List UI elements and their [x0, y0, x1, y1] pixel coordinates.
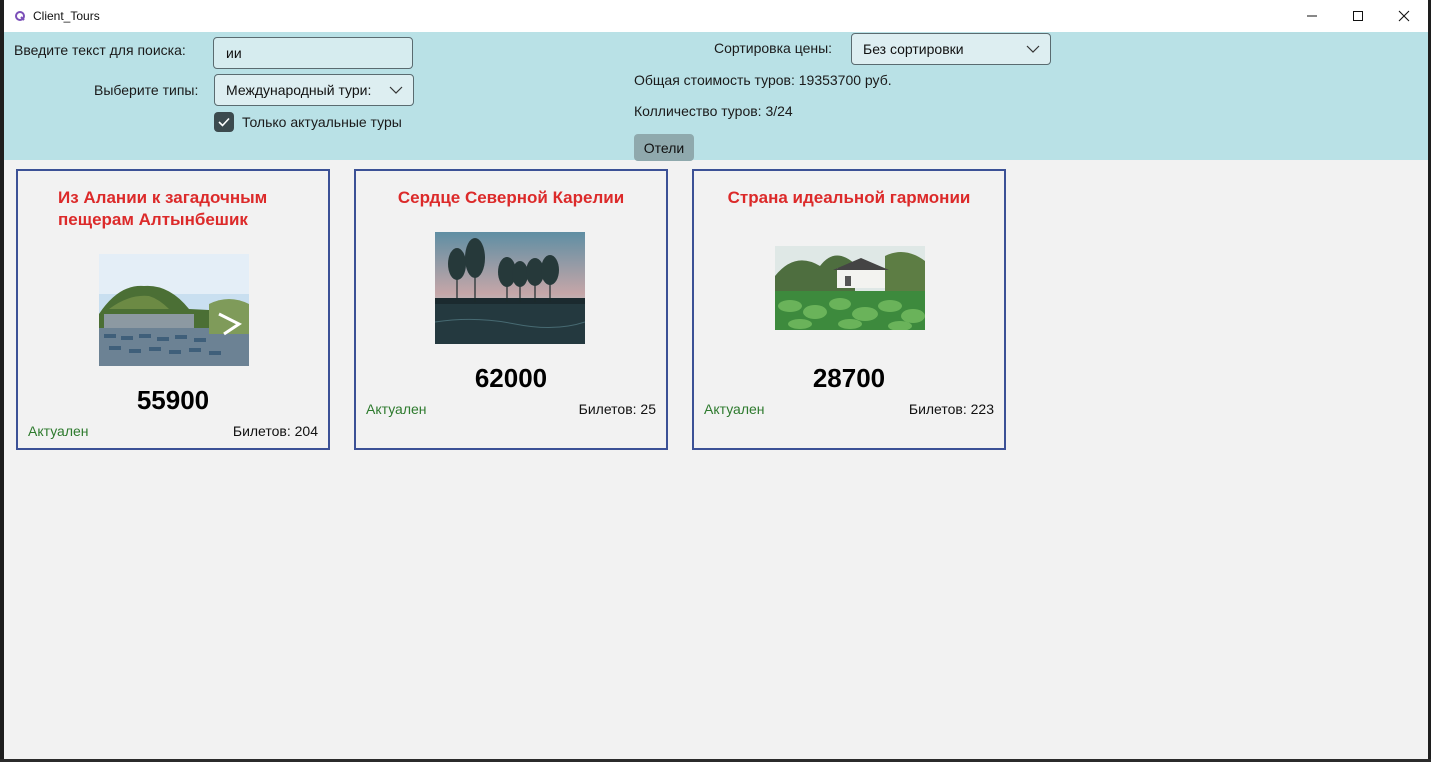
types-label: Выберите типы:: [94, 82, 199, 98]
tour-count-text: Колличество туров: 3/24: [634, 103, 793, 119]
tour-title-line: Страна идеальной гармонии: [727, 188, 971, 207]
sort-select[interactable]: Без сортировки: [851, 33, 1051, 65]
sort-select-value: Без сортировки: [863, 41, 964, 57]
close-button[interactable]: [1381, 0, 1427, 32]
tour-tickets: Билетов: 223: [908, 401, 994, 417]
tour-photo-harmony: [775, 246, 925, 330]
tour-price: 28700: [812, 363, 886, 393]
minimize-icon: [1307, 15, 1317, 17]
minimize-button[interactable]: [1289, 0, 1335, 32]
checkmark-icon: [218, 117, 230, 127]
tour-photo-karelia: [435, 232, 585, 344]
filter-panel: Введите текст для поиска: ии Выберите ти…: [4, 32, 1428, 161]
sort-label: Сортировка цены:: [714, 40, 833, 56]
tour-card[interactable]: Из Алании к загадочным пещерам Алтынбеши…: [16, 169, 330, 450]
tour-photo-alanya: [99, 254, 249, 366]
maximize-icon: [1353, 11, 1363, 21]
maximize-button[interactable]: [1335, 0, 1381, 32]
window-title: Client_Tours: [33, 9, 100, 23]
actual-only-checkbox[interactable]: [214, 112, 234, 132]
search-input[interactable]: ии: [213, 37, 413, 69]
tour-status: Актуален: [28, 423, 89, 439]
app-window: Client_Tours Введите текст для поиска: и…: [4, 0, 1428, 759]
tour-status: Актуален: [704, 401, 765, 417]
tour-title: Из Алании к загадочным пещерам Алтынбеши…: [18, 187, 328, 231]
tour-tickets: Билетов: 204: [232, 423, 318, 439]
tour-tickets: Билетов: 25: [578, 401, 656, 417]
tour-image: [775, 246, 925, 330]
tour-image: [99, 254, 249, 366]
tour-card[interactable]: Страна идеальной гармонии 28700 Актуален…: [692, 169, 1006, 450]
chevron-down-icon: [1026, 45, 1040, 53]
tour-price: 55900: [136, 385, 210, 415]
tour-price: 62000: [474, 363, 548, 393]
search-label: Введите текст для поиска:: [14, 42, 186, 58]
tour-title-line: пещерам Алтынбешик: [58, 210, 248, 229]
tour-title-line: Из Алании к загадочным: [58, 188, 268, 207]
hotels-button-label: Отели: [643, 139, 685, 156]
chevron-down-icon: [389, 86, 403, 94]
title-bar: Client_Tours: [4, 0, 1428, 32]
app-icon: [15, 11, 25, 21]
actual-only-label: Только актуальные туры: [242, 114, 402, 130]
tour-image: [435, 232, 585, 344]
hotels-button[interactable]: Отели: [634, 134, 694, 161]
types-select[interactable]: Международный тури:: [214, 74, 414, 106]
total-cost-text: Общая стоимость туров: 19353700 руб.: [634, 72, 892, 88]
tour-status: Актуален: [366, 401, 427, 417]
tour-title: Сердце Северной Карелии: [356, 187, 666, 209]
close-icon: [1398, 10, 1410, 22]
search-input-value: ии: [226, 45, 242, 61]
tour-title: Страна идеальной гармонии: [694, 187, 1004, 209]
tour-title-line: Сердце Северной Карелии: [397, 188, 625, 207]
tour-card[interactable]: Сердце Северной Карелии 62000 Актуален Б…: [354, 169, 668, 450]
types-select-value: Международный тури:: [226, 82, 372, 98]
